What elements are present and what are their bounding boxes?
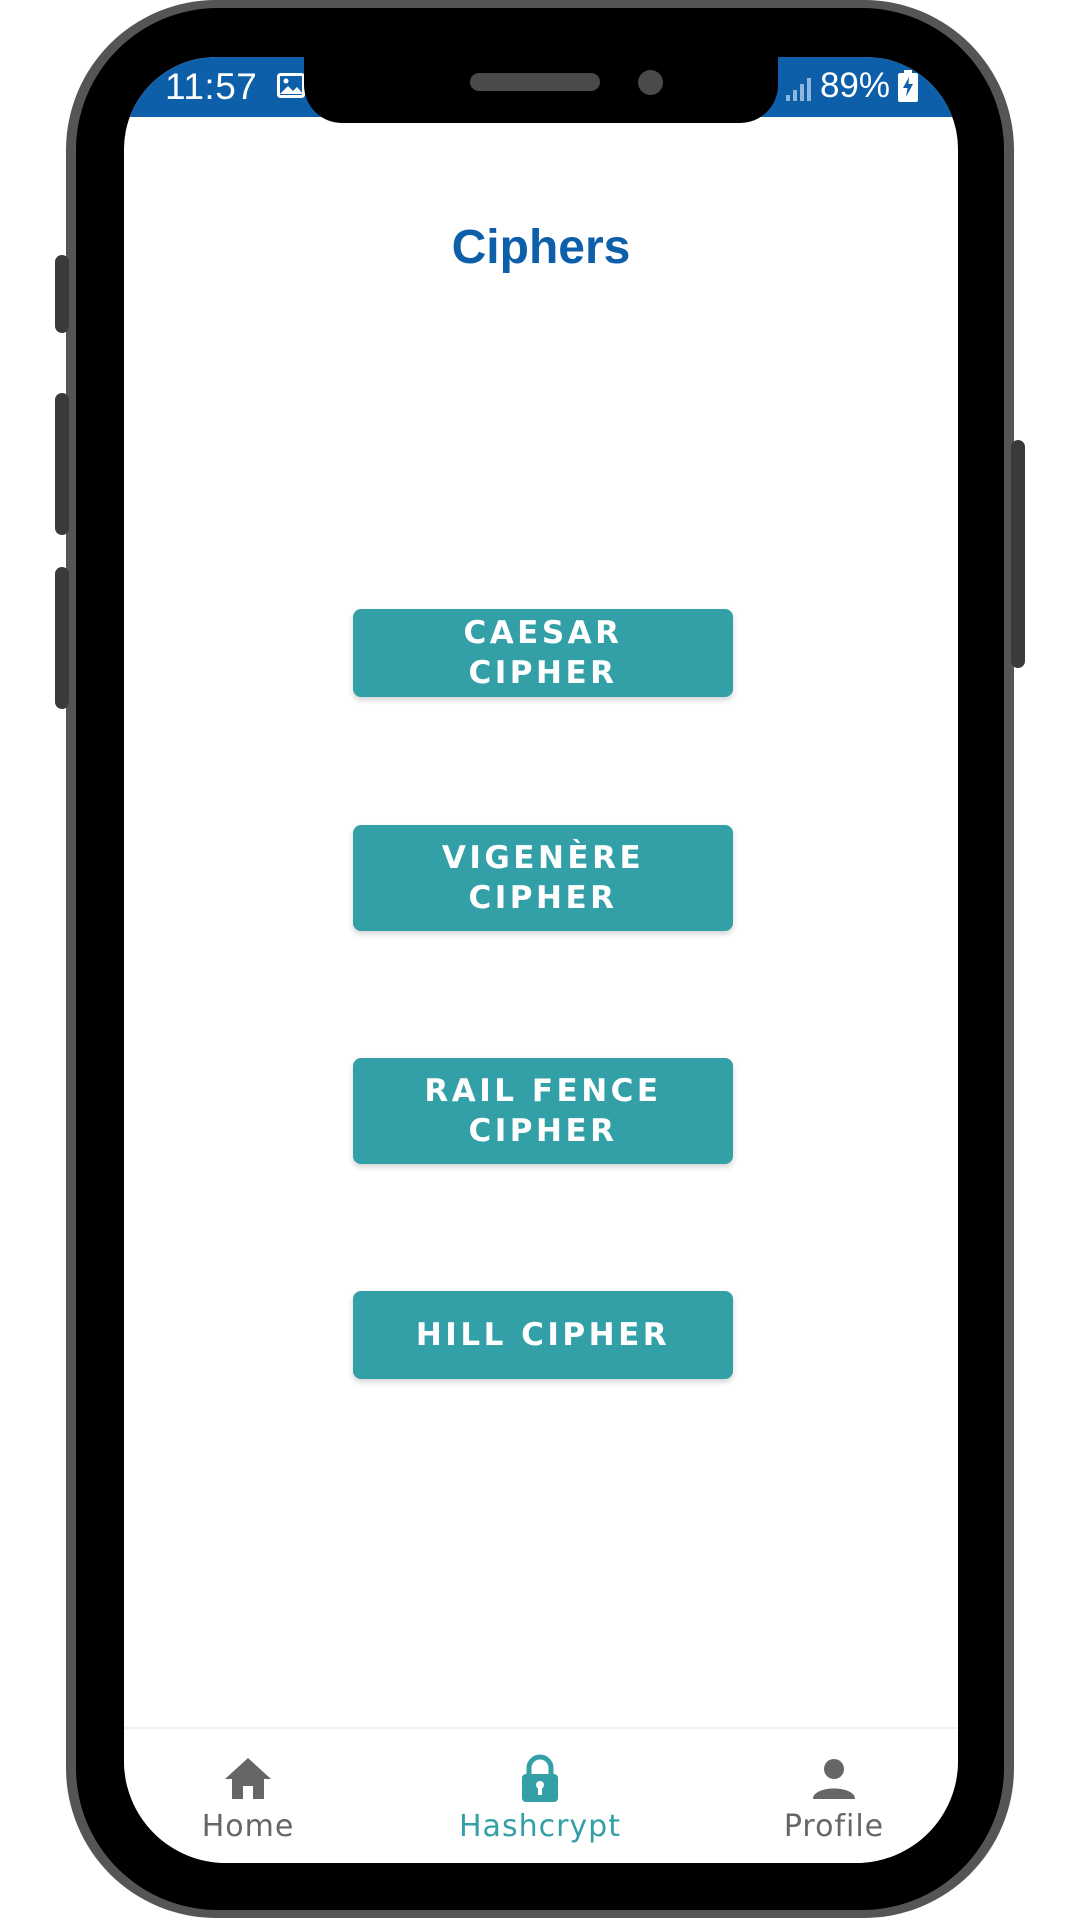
speaker [470, 73, 600, 91]
page-title: Ciphers [451, 221, 631, 274]
rail-fence-cipher-button[interactable]: RAIL FENCE CIPHER [353, 1058, 733, 1164]
nav-label-profile: Profile [783, 1809, 885, 1844]
nav-item-hashcrypt[interactable]: Hashcrypt [440, 1729, 640, 1863]
caesar-cipher-button[interactable]: CAESAR CIPHER [353, 609, 733, 697]
battery-charging-icon [898, 70, 918, 102]
person-icon [809, 1754, 859, 1804]
nav-item-home[interactable]: Home [148, 1729, 348, 1863]
nav-label-hashcrypt: Hashcrypt [459, 1809, 621, 1844]
front-camera [638, 70, 663, 95]
battery-percent: 89% [819, 66, 890, 105]
signal-icon [784, 72, 812, 101]
phone-side-button-right [1011, 440, 1025, 668]
hill-cipher-button[interactable]: HILL CIPHER [353, 1291, 733, 1379]
bottom-nav: Home Hashcrypt Profile [124, 1727, 958, 1863]
phone-side-button-left-2 [55, 393, 69, 535]
screen: 11:57 89% Ciphers CAESAR CIPHER VIGENÈRE… [124, 57, 958, 1863]
status-right-group: 89% [784, 66, 918, 106]
phone-side-button-left-3 [55, 567, 69, 709]
phone-side-button-left-1 [55, 255, 69, 333]
lock-icon [515, 1754, 565, 1804]
nav-item-profile[interactable]: Profile [734, 1729, 934, 1863]
vigenere-cipher-button[interactable]: VIGENÈRE CIPHER [353, 825, 733, 931]
home-icon [223, 1754, 273, 1804]
notch [304, 57, 778, 123]
nav-label-home: Home [201, 1809, 295, 1844]
image-icon [277, 73, 305, 98]
status-time: 11:57 [165, 66, 258, 107]
